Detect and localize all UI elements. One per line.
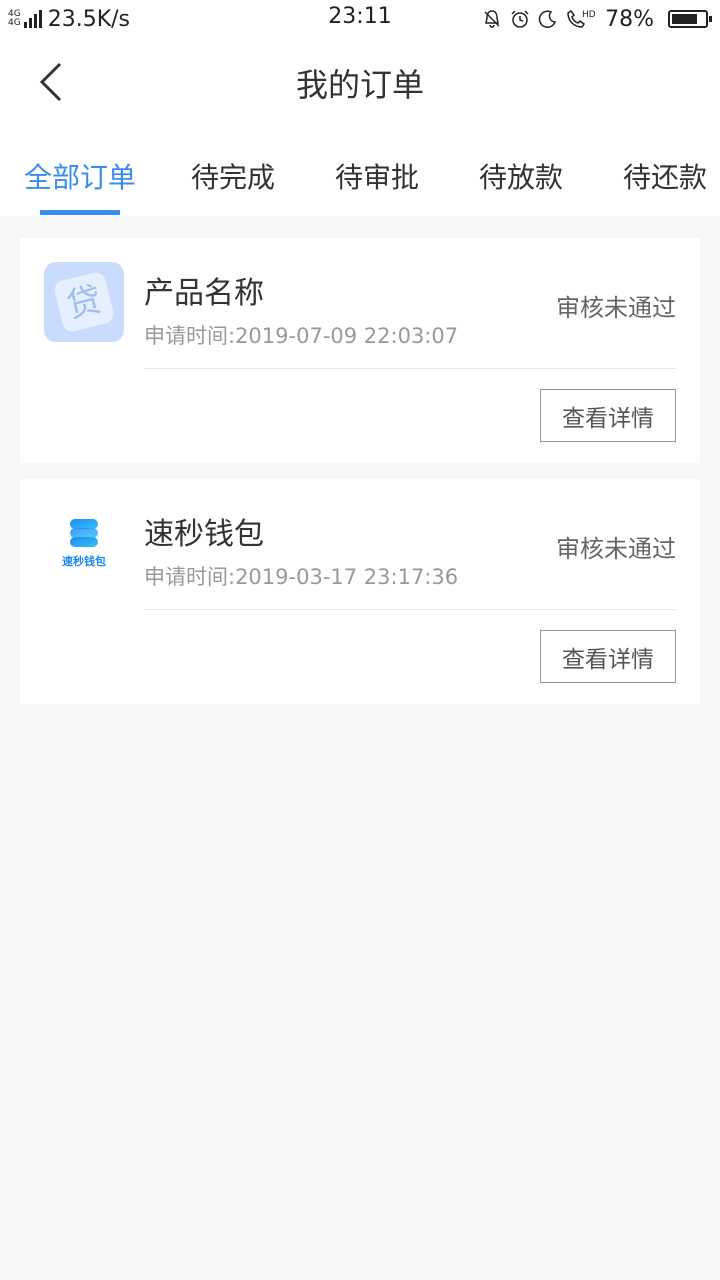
tab-pending-disbursement[interactable]: 待放款 — [479, 156, 563, 196]
view-details-button[interactable]: 查看详情 — [540, 389, 676, 442]
tab-pending-complete[interactable]: 待完成 — [191, 156, 275, 196]
divider — [144, 609, 676, 610]
page-title: 我的订单 — [295, 66, 424, 104]
product-logo: 速秒钱包 — [44, 503, 124, 583]
order-card: 贷 产品名称 申请时间:2019-07-09 22:03:07 审核未通过 查看… — [20, 238, 700, 463]
battery-percent: 78% — [605, 6, 654, 32]
active-tab-indicator — [40, 210, 120, 215]
hd-call-icon: HD — [565, 8, 595, 30]
bell-off-icon — [481, 8, 503, 30]
header: 我的订单 — [0, 38, 720, 128]
battery-icon — [668, 10, 712, 28]
order-status: 审核未通过 — [556, 535, 676, 563]
product-logo-text: 速秒钱包 — [62, 554, 106, 568]
product-logo: 贷 — [44, 262, 124, 342]
product-name: 速秒钱包 — [144, 517, 264, 552]
divider — [144, 368, 676, 369]
tab-all-orders[interactable]: 全部订单 — [24, 156, 136, 196]
view-details-button[interactable]: 查看详情 — [540, 630, 676, 683]
moon-icon — [537, 8, 559, 30]
status-bar: 4G 4G 23.5K/s 23:11 HD 78% — [0, 0, 720, 38]
order-card: 速秒钱包 速秒钱包 申请时间:2019-03-17 23:17:36 审核未通过… — [20, 479, 700, 704]
apply-time: 申请时间:2019-07-09 22:03:07 — [144, 324, 459, 348]
alarm-icon — [509, 8, 531, 30]
status-bar-right: HD 78% — [481, 4, 712, 34]
svg-text:HD: HD — [582, 10, 595, 20]
tab-bar: 全部订单 待完成 待审批 待放款 待还款 — [0, 128, 720, 216]
order-status: 审核未通过 — [556, 294, 676, 322]
tab-pending-repayment[interactable]: 待还款 — [623, 156, 707, 196]
tab-pending-approval[interactable]: 待审批 — [335, 156, 419, 196]
product-name: 产品名称 — [144, 276, 264, 311]
apply-time: 申请时间:2019-03-17 23:17:36 — [144, 565, 459, 589]
